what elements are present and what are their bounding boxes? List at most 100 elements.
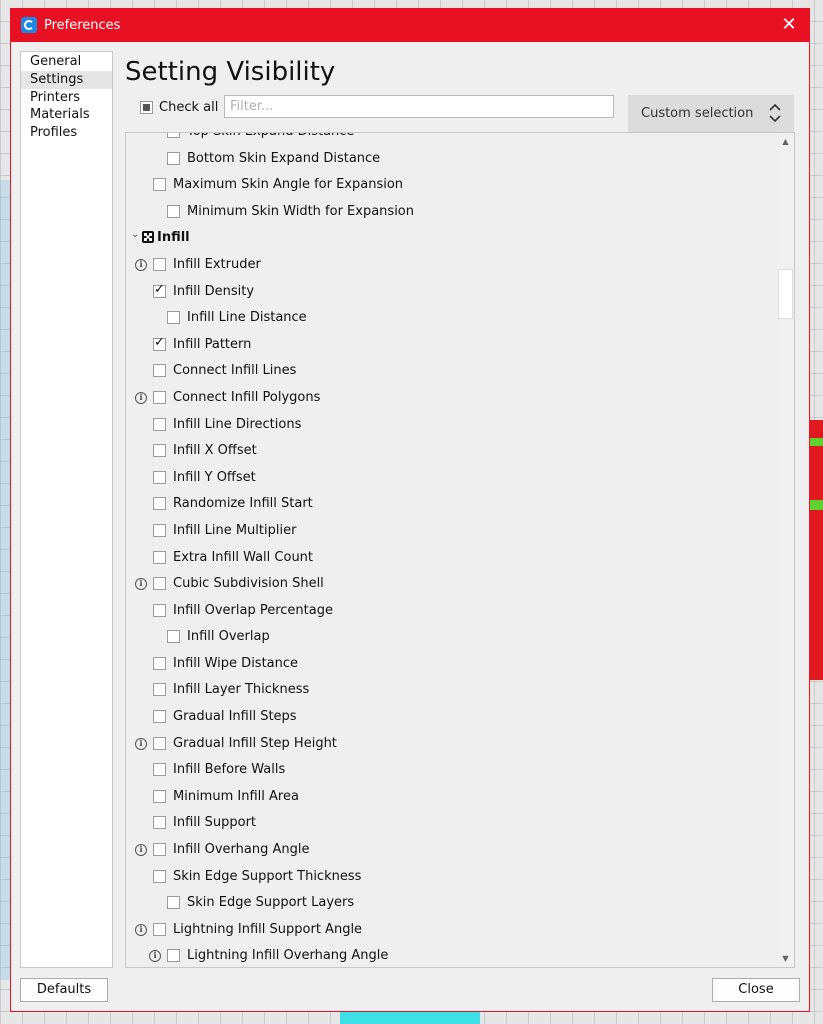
setting-checkbox[interactable] xyxy=(153,444,166,458)
setting-checkbox[interactable] xyxy=(167,896,180,910)
setting-row[interactable]: i Lightning Infill Overhang Angle xyxy=(126,943,776,967)
setting-row[interactable]: Randomize Infill Start xyxy=(126,491,776,518)
settings-scrollbar[interactable]: ▲ ▼ xyxy=(777,133,794,967)
scroll-down-arrow-icon[interactable]: ▼ xyxy=(777,950,794,967)
setting-checkbox[interactable] xyxy=(153,603,166,617)
chevron-down-icon[interactable]: ⌄ xyxy=(131,229,139,240)
close-window-button[interactable]: ✕ xyxy=(769,9,809,42)
setting-checkbox[interactable] xyxy=(167,204,180,218)
setting-checkbox[interactable] xyxy=(153,497,166,511)
title-bar[interactable]: Preferences ✕ xyxy=(11,9,809,42)
setting-row[interactable]: Infill Wipe Distance xyxy=(126,651,776,678)
setting-checkbox[interactable] xyxy=(153,364,166,378)
setting-row[interactable]: Infill X Offset xyxy=(126,438,776,465)
setting-row[interactable]: Infill Overlap xyxy=(126,624,776,651)
setting-row[interactable]: i Cubic Subdivision Shell xyxy=(126,571,776,598)
nav-item-settings[interactable]: Settings xyxy=(21,70,112,89)
setting-checkbox[interactable] xyxy=(153,577,166,591)
setting-row[interactable]: i Connect Infill Polygons xyxy=(126,385,776,412)
viewport-model-base xyxy=(340,1011,480,1024)
setting-checkbox[interactable] xyxy=(153,390,166,404)
setting-row[interactable]: Infill Pattern xyxy=(126,332,776,359)
info-icon[interactable]: i xyxy=(135,923,147,936)
setting-checkbox[interactable] xyxy=(153,335,166,351)
infill-icon xyxy=(142,231,154,244)
setting-row[interactable]: i Infill Extruder xyxy=(126,252,776,279)
setting-checkbox[interactable] xyxy=(153,736,166,750)
setting-checkbox[interactable] xyxy=(153,417,166,431)
setting-checkbox[interactable] xyxy=(153,470,166,484)
setting-row[interactable]: Skin Edge Support Thickness xyxy=(126,864,776,891)
setting-checkbox[interactable] xyxy=(153,763,166,777)
setting-row[interactable]: Extra Infill Wall Count xyxy=(126,545,776,572)
setting-row[interactable]: Top Skin Expand Distance xyxy=(126,133,776,146)
setting-checkbox[interactable] xyxy=(153,869,166,883)
info-icon[interactable]: i xyxy=(135,578,147,591)
setting-row[interactable]: i Infill Overhang Angle xyxy=(126,837,776,864)
setting-checkbox[interactable] xyxy=(153,922,166,936)
up-down-chevron-icon xyxy=(769,103,781,123)
setting-row[interactable]: Infill Before Walls xyxy=(126,757,776,784)
category-row[interactable]: ⌄ Infill xyxy=(126,225,776,252)
nav-item-general[interactable]: General xyxy=(21,53,112,71)
setting-checkbox[interactable] xyxy=(153,710,166,724)
info-icon[interactable]: i xyxy=(135,737,147,750)
setting-row[interactable]: Skin Edge Support Layers xyxy=(126,890,776,917)
check-all[interactable]: Check all xyxy=(140,98,218,116)
setting-row[interactable]: Minimum Skin Width for Expansion xyxy=(126,199,776,226)
setting-checkbox[interactable] xyxy=(167,630,180,644)
setting-checkbox[interactable] xyxy=(167,949,180,963)
setting-checkbox[interactable] xyxy=(153,257,166,271)
setting-label: Minimum Infill Area xyxy=(173,788,299,804)
setting-checkbox[interactable] xyxy=(153,656,166,670)
setting-label: Infill Line Multiplier xyxy=(173,522,297,538)
preferences-nav: General Settings Printers Materials Prof… xyxy=(20,51,113,968)
visibility-preset-select[interactable]: Custom selection xyxy=(628,95,794,132)
info-icon[interactable]: i xyxy=(149,950,161,963)
defaults-button[interactable]: Defaults xyxy=(20,978,108,1002)
setting-row[interactable]: i Lightning Infill Support Angle xyxy=(126,917,776,944)
setting-checkbox[interactable] xyxy=(153,843,166,857)
setting-row[interactable]: Infill Layer Thickness xyxy=(126,677,776,704)
setting-checkbox[interactable] xyxy=(153,523,166,537)
setting-checkbox[interactable] xyxy=(153,789,166,803)
nav-item-printers[interactable]: Printers xyxy=(21,89,112,107)
setting-label: Extra Infill Wall Count xyxy=(173,549,314,565)
setting-row[interactable]: Maximum Skin Angle for Expansion xyxy=(126,172,776,199)
setting-row[interactable]: Gradual Infill Steps xyxy=(126,704,776,731)
setting-checkbox[interactable] xyxy=(167,133,180,138)
setting-row[interactable]: Infill Line Multiplier xyxy=(126,518,776,545)
check-all-checkbox[interactable] xyxy=(140,100,153,114)
setting-row[interactable]: Bottom Skin Expand Distance xyxy=(126,146,776,173)
setting-label: Lightning Infill Overhang Angle xyxy=(187,948,389,964)
setting-row[interactable]: Connect Infill Lines xyxy=(126,358,776,385)
check-all-label: Check all xyxy=(159,99,219,115)
scroll-up-arrow-icon[interactable]: ▲ xyxy=(777,133,794,150)
setting-checkbox[interactable] xyxy=(167,311,180,325)
info-icon[interactable]: i xyxy=(135,258,147,271)
setting-checkbox[interactable] xyxy=(153,816,166,830)
nav-item-materials[interactable]: Materials xyxy=(21,106,112,124)
scrollbar-thumb[interactable] xyxy=(778,269,793,319)
setting-label: Gradual Infill Steps xyxy=(173,709,297,725)
setting-row[interactable]: Minimum Infill Area xyxy=(126,784,776,811)
info-icon[interactable]: i xyxy=(135,844,147,857)
setting-row[interactable]: Infill Line Distance xyxy=(126,305,776,332)
setting-row[interactable]: Infill Line Directions xyxy=(126,412,776,439)
setting-label: Infill Before Walls xyxy=(173,762,286,778)
setting-checkbox[interactable] xyxy=(153,282,166,298)
setting-checkbox[interactable] xyxy=(153,178,166,192)
setting-row[interactable]: Infill Overlap Percentage xyxy=(126,598,776,625)
setting-row[interactable]: Infill Density xyxy=(126,279,776,306)
close-button[interactable]: Close xyxy=(712,978,800,1002)
filter-input[interactable] xyxy=(224,95,614,118)
setting-row[interactable]: Infill Support xyxy=(126,810,776,837)
nav-item-profiles[interactable]: Profiles xyxy=(21,124,112,142)
setting-label: Infill Overlap Percentage xyxy=(173,602,333,618)
info-icon[interactable]: i xyxy=(135,391,147,404)
setting-checkbox[interactable] xyxy=(153,550,166,564)
setting-checkbox[interactable] xyxy=(167,151,180,165)
setting-row[interactable]: i Gradual Infill Step Height xyxy=(126,731,776,758)
setting-row[interactable]: Infill Y Offset xyxy=(126,465,776,492)
setting-checkbox[interactable] xyxy=(153,683,166,697)
